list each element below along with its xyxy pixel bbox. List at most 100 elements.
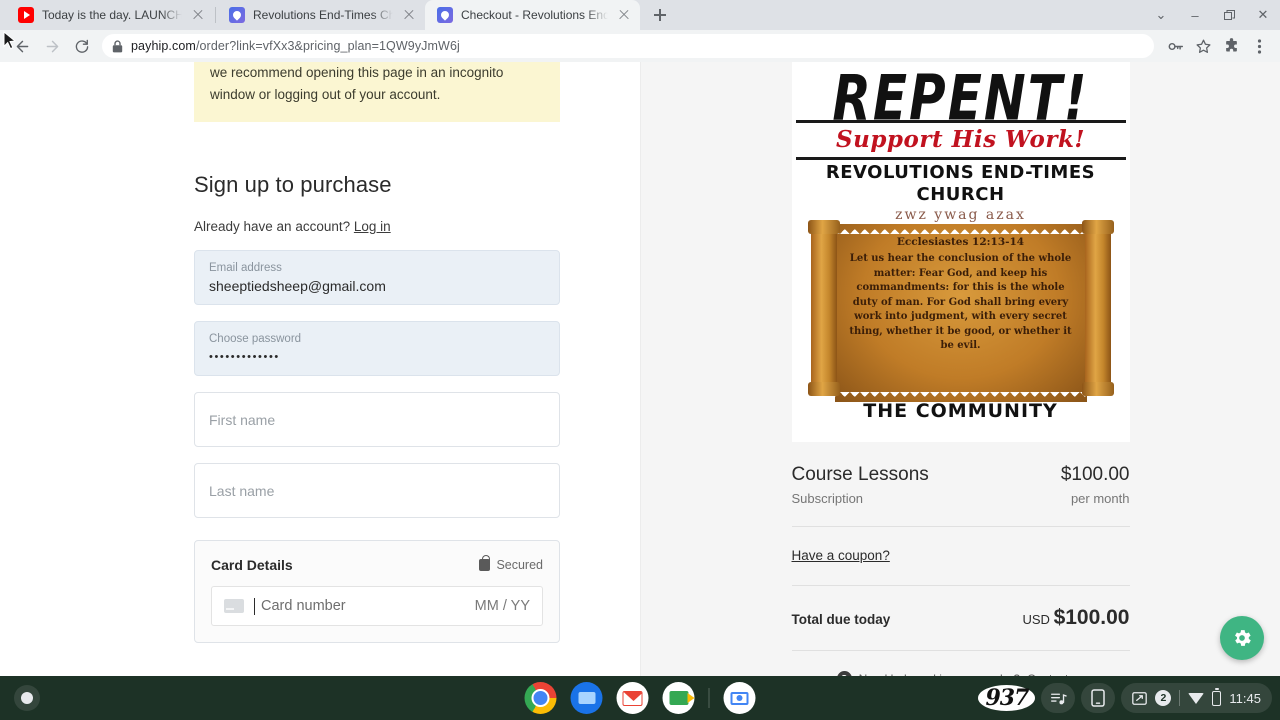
- scroll-illustration: Ecclesiastes 12:13-14 Let us hear the co…: [807, 220, 1114, 408]
- shelf-app-camera[interactable]: [723, 682, 756, 714]
- order-summary-column: REPENT! Support His Work! REVOLUTIONS EN…: [640, 62, 1280, 676]
- last-name-placeholder: Last name: [209, 482, 275, 499]
- chevron-down-icon[interactable]: ⌄: [1144, 0, 1178, 30]
- lock-icon: [479, 554, 491, 571]
- new-tab-button[interactable]: [646, 1, 674, 29]
- coupon-link[interactable]: Have a coupon?: [792, 548, 890, 563]
- shelf-app-chrome[interactable]: [524, 682, 557, 714]
- email-value: sheeptiedsheep@gmail.com: [209, 277, 386, 294]
- tab-youtube[interactable]: Today is the day. LAUNCHING M: [6, 0, 214, 30]
- already-account-row: Already have an account? Log in: [194, 219, 560, 234]
- shelf-divider: [708, 688, 710, 708]
- total-row: Total due today USD $100.00: [792, 606, 1130, 630]
- divider: [791, 650, 1130, 651]
- password-label: Choose password: [209, 332, 302, 345]
- divider-rule: [795, 157, 1126, 160]
- total-value: $100.00: [1053, 606, 1130, 629]
- tab-title: Revolutions End-Times Church: [253, 8, 393, 22]
- verse-reference: Ecclesiastes 12:13-14: [896, 236, 1025, 248]
- forward-button[interactable]: [38, 32, 66, 60]
- product-row: Course Lessons $100.00: [792, 464, 1130, 486]
- system-tray[interactable]: 2 11:45: [1121, 683, 1272, 713]
- reload-button[interactable]: [68, 32, 96, 60]
- youtube-icon: [18, 7, 34, 23]
- wifi-icon: [1188, 692, 1205, 704]
- total-currency: USD: [1022, 612, 1050, 627]
- incognito-notice: we recommend opening this page in an inc…: [194, 62, 560, 122]
- card-number-input[interactable]: Card number MM / YY: [211, 586, 543, 626]
- tab-divider: [215, 7, 216, 23]
- card-details-section: Card Details Secured Card number MM / YY: [194, 540, 560, 643]
- launcher-icon[interactable]: [14, 685, 40, 711]
- tab-church-site[interactable]: Revolutions End-Times Church: [217, 0, 425, 30]
- forward-icon: [46, 40, 58, 52]
- checkout-form-column: we recommend opening this page in an inc…: [0, 62, 640, 676]
- email-field[interactable]: Email address sheeptiedsheep@gmail.com: [194, 250, 560, 305]
- puzzle-icon[interactable]: [1218, 33, 1244, 59]
- menu-glyph: [1257, 38, 1261, 54]
- logo-937[interactable]: 937: [978, 685, 1036, 711]
- product-type: Subscription: [791, 491, 864, 506]
- music-playlist-icon[interactable]: [1041, 683, 1076, 713]
- url-path: /order?link=vfXx3&pricing_plan=1QW9yJmW6…: [195, 39, 460, 53]
- url-domain: payhip.com: [131, 39, 196, 53]
- extensions-glyph: [1225, 37, 1237, 52]
- shelf-app-gmail[interactable]: [616, 682, 649, 714]
- tab-checkout[interactable]: Checkout - Revolutions End-Tim: [425, 0, 640, 30]
- already-account-text: Already have an account?: [194, 219, 351, 234]
- password-key-icon[interactable]: [1162, 33, 1188, 59]
- tab-strip: Today is the day. LAUNCHING M Revolution…: [0, 0, 1280, 30]
- close-icon[interactable]: ✕: [1246, 0, 1280, 30]
- page-title: Sign up to purchase: [194, 172, 392, 197]
- card-expiry-placeholder: MM / YY: [474, 598, 530, 614]
- church-icon: [229, 7, 245, 23]
- mouse-cursor: [3, 30, 17, 56]
- product-image-headline: REPENT!: [832, 62, 1089, 135]
- church-icon: [437, 7, 453, 23]
- total-label: Total due today: [791, 612, 891, 627]
- first-name-placeholder: First name: [209, 411, 276, 428]
- maximize-icon[interactable]: [1212, 0, 1246, 30]
- order-summary: Course Lessons $100.00 Subscription per …: [791, 442, 1130, 676]
- scroll-rod-left: [807, 220, 840, 396]
- reload-icon: [75, 39, 89, 53]
- password-value: •••••••••••••: [209, 350, 280, 363]
- tray-divider: [1179, 690, 1181, 706]
- bookmark-star-icon[interactable]: [1190, 33, 1216, 59]
- credit-card-icon: [224, 599, 244, 613]
- product-image-church-name: REVOLUTIONS END-TIMES CHURCH: [825, 162, 1096, 205]
- last-name-field[interactable]: Last name: [194, 463, 560, 518]
- clock: 11:45: [1229, 690, 1261, 706]
- minimize-icon[interactable]: –: [1178, 0, 1212, 30]
- tab-title: Today is the day. LAUNCHING M: [42, 8, 182, 22]
- three-dot-menu-icon[interactable]: [1246, 33, 1272, 59]
- billing-period: per month: [1070, 491, 1130, 506]
- phone-hub-icon[interactable]: [1081, 683, 1116, 713]
- divider: [791, 585, 1130, 586]
- address-bar[interactable]: payhip.com/order?link=vfXx3&pricing_plan…: [102, 34, 1154, 58]
- total-amount: USD $100.00: [1023, 606, 1130, 630]
- close-icon[interactable]: [616, 7, 632, 23]
- url-text: payhip.com/order?link=vfXx3&pricing_plan…: [131, 39, 460, 53]
- shelf-app-list: [524, 682, 756, 714]
- login-link[interactable]: Log in: [354, 219, 391, 234]
- shelf-app-meet[interactable]: [662, 682, 695, 714]
- product-price: $100.00: [1060, 464, 1130, 485]
- product-image: REPENT! Support His Work! REVOLUTIONS EN…: [791, 62, 1130, 442]
- email-label: Email address: [209, 261, 282, 274]
- system-shelf: 937 2 11:45: [0, 676, 1280, 720]
- card-details-header: Card Details Secured: [211, 554, 543, 573]
- close-icon[interactable]: [190, 7, 206, 23]
- scroll-rod-right: [1081, 220, 1114, 396]
- tab-title: Checkout - Revolutions End-Tim: [461, 8, 608, 22]
- shelf-app-files[interactable]: [570, 682, 603, 714]
- secured-label: Secured: [496, 558, 543, 572]
- form-wrapper: we recommend opening this page in an inc…: [194, 62, 560, 643]
- settings-fab-button[interactable]: [1220, 616, 1264, 660]
- maximize-glyph: [1223, 9, 1235, 20]
- first-name-field[interactable]: First name: [194, 392, 560, 447]
- password-field[interactable]: Choose password •••••••••••••: [194, 321, 560, 376]
- star-glyph: [1195, 39, 1211, 53]
- cursor-arrow-icon: [3, 30, 17, 50]
- close-icon[interactable]: [401, 7, 417, 23]
